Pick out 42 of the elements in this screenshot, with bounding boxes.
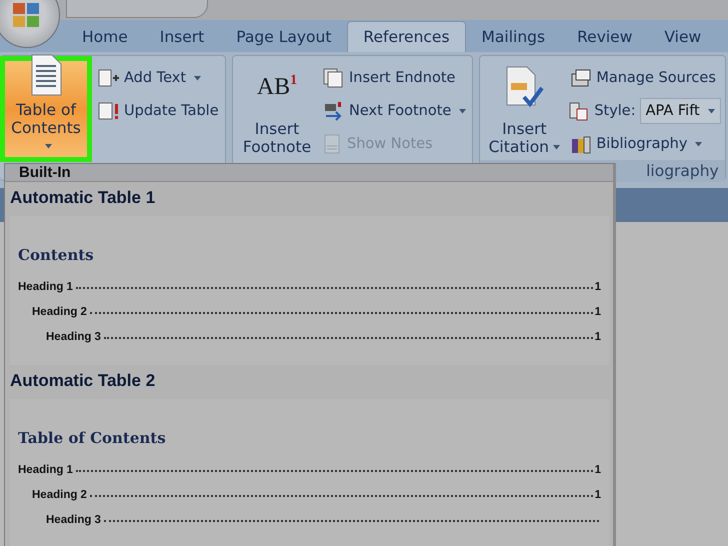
page-number: 1 xyxy=(594,489,601,501)
page-warning-icon xyxy=(98,102,120,120)
add-page-icon xyxy=(98,69,120,87)
page-number: 1 xyxy=(594,306,601,318)
toc-heading: Table of Contents xyxy=(18,429,167,447)
ribbon-tab[interactable]: Home xyxy=(66,21,144,52)
toc-preview[interactable]: Table of Contents Heading 1 1 Heading 2 1 Heading 3 xyxy=(10,399,609,546)
gallery-header: Built-In xyxy=(5,164,613,182)
toc-entry-text: Heading 1 xyxy=(18,464,73,476)
toc-entry-text: Heading 3 xyxy=(46,514,101,526)
ribbon-button[interactable]: Bibliography xyxy=(568,131,721,157)
gallery-item-title: Automatic Table 1 xyxy=(9,187,156,209)
checked-document-icon xyxy=(504,65,544,109)
toc-entry-text: Heading 2 xyxy=(32,306,87,318)
document-icon xyxy=(29,53,63,97)
page-number: 1 xyxy=(594,464,601,476)
ribbon-tab[interactable]: References xyxy=(347,21,466,52)
style-pages-icon xyxy=(568,101,590,121)
large-ribbon-button[interactable]: Table of Contents xyxy=(0,56,92,162)
toc-entry-text: Heading 3 xyxy=(46,331,101,343)
ribbon-button[interactable]: Next Footnote xyxy=(321,98,468,124)
pages-icon xyxy=(323,68,345,88)
toc-entry-text: Heading 2 xyxy=(32,489,87,501)
ribbon-tab[interactable]: Insert xyxy=(144,21,220,52)
ribbon-button[interactable]: Add Text xyxy=(96,65,221,91)
ribbon-button[interactable]: Insert Endnote xyxy=(321,65,468,91)
toc-entry-text: Heading 1 xyxy=(18,281,73,293)
stacked-pages-icon xyxy=(570,68,592,88)
ribbon-tab[interactable]: View xyxy=(648,21,718,52)
ribbon-tab[interactable]: Review xyxy=(561,21,648,52)
ribbon-tab[interactable]: Mailings xyxy=(466,21,562,52)
page-number: 1 xyxy=(594,331,601,343)
ribbon-button[interactable]: Manage Sources xyxy=(568,65,721,91)
toc-heading: Contents xyxy=(18,246,95,264)
style-dropdown[interactable]: APA Fift xyxy=(640,98,721,124)
style-label: Style: xyxy=(594,103,636,119)
gallery-item-title: Automatic Table 2 xyxy=(9,370,156,392)
ribbon-button[interactable]: Update Table xyxy=(96,98,221,124)
ribbon-tab[interactable]: Page Layout xyxy=(220,21,348,52)
page-number: 1 xyxy=(594,281,601,293)
toc-preview[interactable]: Contents Heading 1 1 Heading 2 1 Heading 3 1 xyxy=(10,216,609,365)
large-ribbon-button[interactable]: Insert Citation xyxy=(484,58,564,158)
